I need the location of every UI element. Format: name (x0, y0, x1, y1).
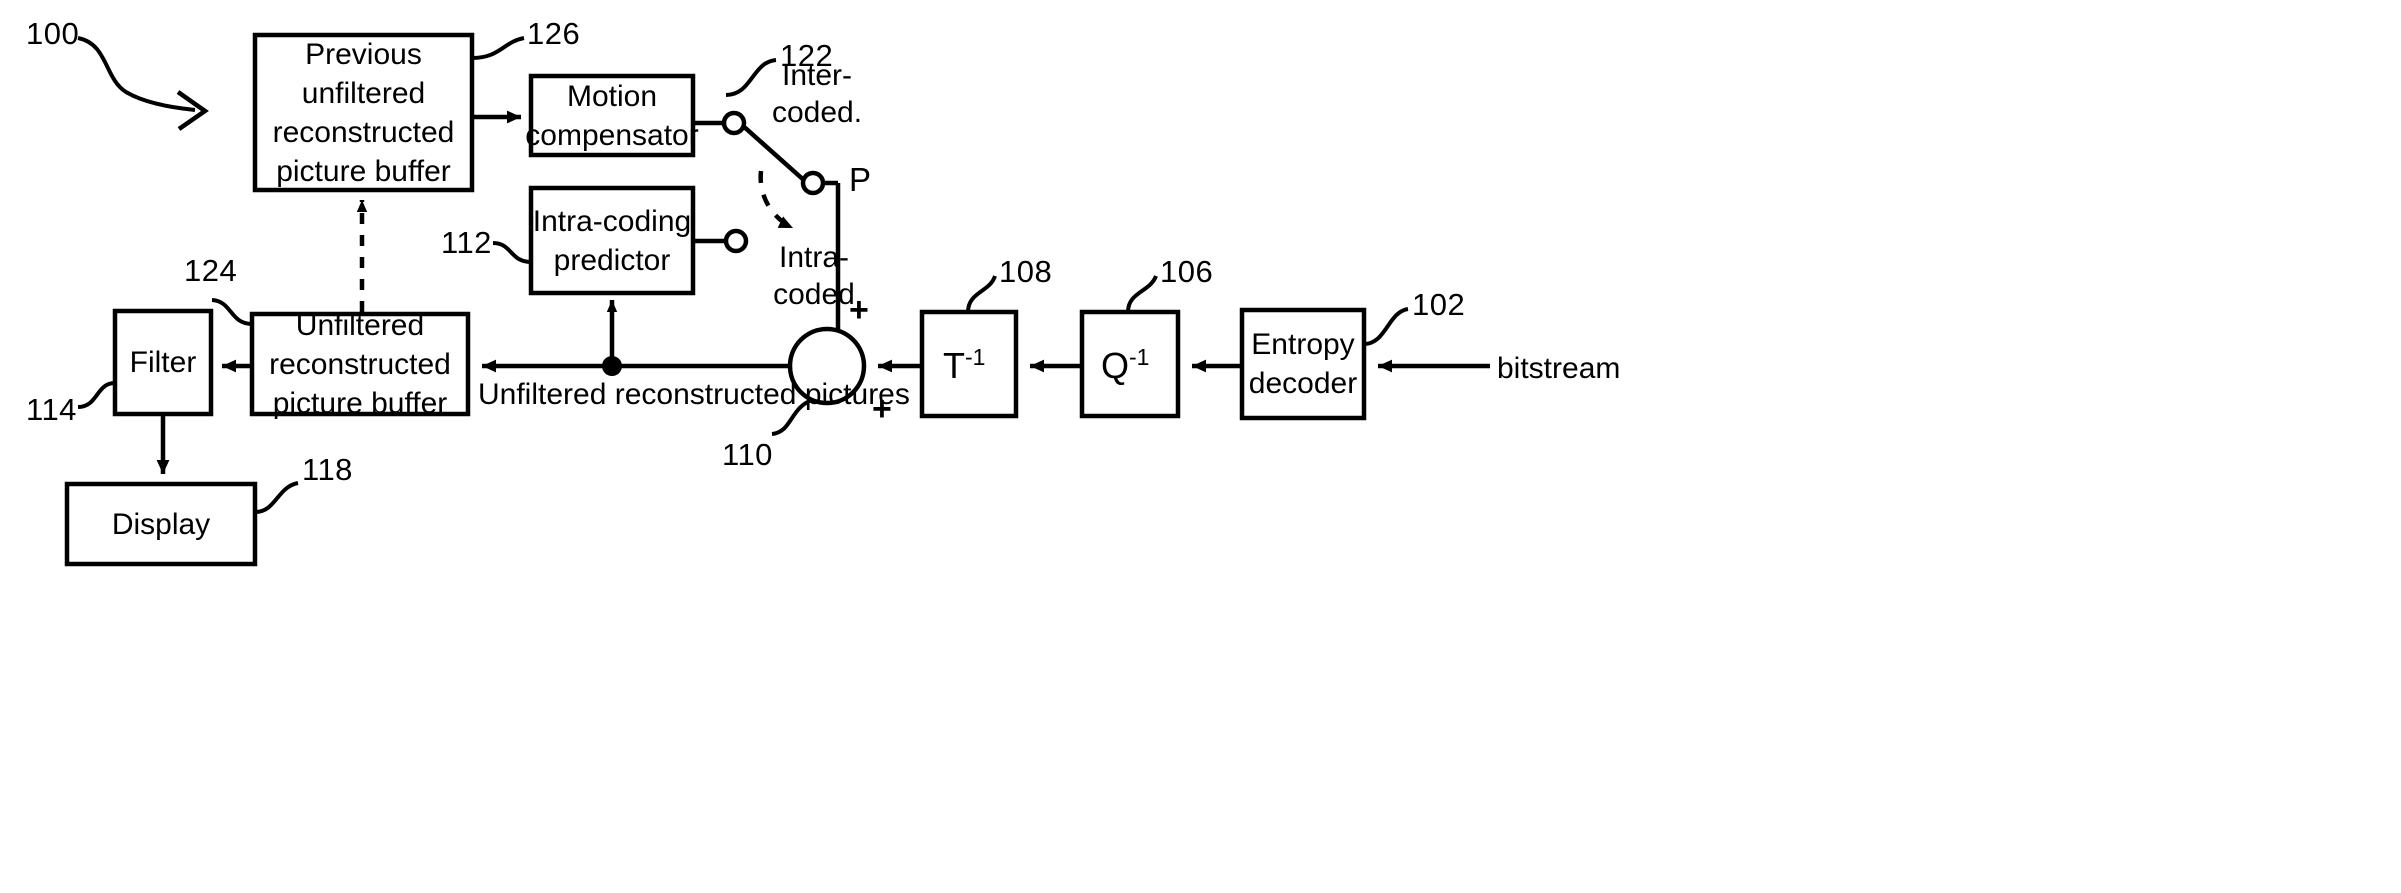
ref-numeral-126: 126 (527, 16, 581, 51)
filter-box (112, 308, 214, 417)
leader-126 (471, 36, 525, 60)
prediction-node-label: P (849, 161, 872, 198)
inverse-quantizer-symbol: Q (1101, 345, 1130, 386)
ref-numeral-106: 106 (1160, 254, 1214, 289)
ref-numeral-108: 108 (999, 254, 1053, 289)
ref-numeral-114: 114 (26, 392, 77, 427)
unfiltered-buffer-box (249, 311, 471, 417)
patent-figure-video-decoder: 100 Previous unfiltered reconstructed pi… (0, 0, 2401, 893)
leader-102 (1363, 307, 1409, 346)
inverse-quantizer-exponent: -1 (1129, 344, 1150, 370)
ref-numeral-110: 110 (722, 437, 773, 472)
ref-numeral-102: 102 (1412, 287, 1466, 322)
inverse-quantizer-label: Q-1 (1101, 344, 1149, 387)
summer-plus-top: + (849, 291, 869, 329)
diagram-vector-layer (64, 32, 1490, 567)
leader-108 (966, 275, 997, 313)
ref-numeral-118: 118 (302, 452, 353, 487)
unfiltered-pictures-label: Unfiltered reconstructed pictures (478, 378, 910, 411)
figure-number: 100 (26, 16, 80, 51)
leader-118 (254, 481, 299, 514)
switch-contact-intra (723, 228, 749, 254)
entropy-decoder-box (1239, 307, 1367, 421)
leader-124 (211, 298, 253, 326)
summer-plus-bottom: + (872, 390, 892, 428)
previous-buffer-box (252, 32, 475, 193)
inverse-transform-label: T-1 (943, 344, 985, 387)
bitstream-label: bitstream (1497, 352, 1621, 385)
motion-compensator-box (528, 73, 696, 158)
ref-numeral-122: 122 (780, 38, 834, 73)
switch-pole-contact (800, 170, 826, 196)
switch-contact-inter (721, 110, 747, 136)
inverse-transform-exponent: -1 (965, 344, 986, 370)
switch-throw-arc (758, 170, 794, 231)
switch-blade (740, 123, 808, 184)
leader-100 (77, 36, 196, 112)
intra-predictor-box (528, 185, 696, 296)
leader-106 (1126, 275, 1158, 313)
display-box (64, 481, 258, 567)
ref-numeral-124: 124 (184, 253, 238, 288)
inverse-transform-symbol: T (943, 345, 965, 386)
leader-112 (492, 241, 532, 264)
signal-junction-dot (602, 356, 622, 376)
leader-114 (77, 381, 116, 409)
ref-numeral-112: 112 (441, 225, 492, 260)
